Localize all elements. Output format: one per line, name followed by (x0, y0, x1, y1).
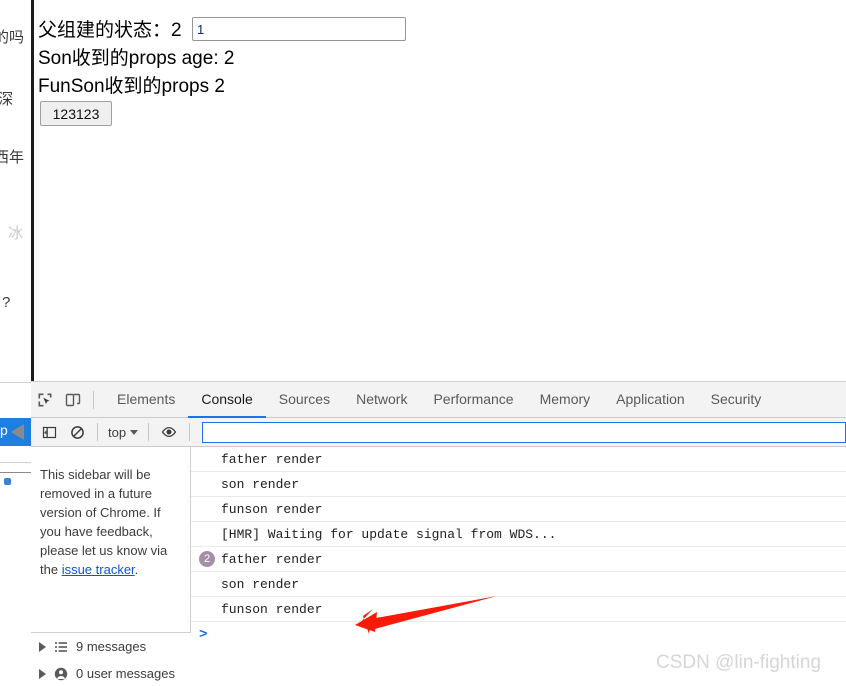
tab-console[interactable]: Console (188, 382, 266, 418)
bg-text-fragment: t深 (0, 91, 14, 108)
console-message-text: funson render (221, 601, 323, 617)
message-repeat-count-badge: 2 (199, 551, 215, 567)
expand-triangle-icon (39, 668, 46, 679)
console-context-selector[interactable]: top (104, 425, 142, 440)
console-message-row[interactable]: son render (191, 472, 846, 497)
age-input[interactable] (192, 17, 406, 41)
son-props-label: Son收到的props age: 2 (38, 48, 235, 69)
clear-console-icon[interactable] (63, 418, 91, 446)
tab-application[interactable]: Application (603, 382, 698, 418)
console-sidebar-footer: 9 messages 0 user messages (31, 632, 191, 686)
background-page-strip: 的吗 t深 西年 冰 ? p (0, 0, 31, 686)
bg-highlight-label: p (0, 422, 8, 438)
tab-security[interactable]: Security (698, 382, 775, 418)
bg-text-fragment: ? (2, 294, 11, 311)
console-message-row[interactable]: funson render (191, 497, 846, 522)
inspect-element-icon[interactable] (31, 386, 59, 414)
console-sidebar: This sidebar will be removed in a future… (31, 447, 191, 686)
issue-tracker-link[interactable]: issue tracker (62, 562, 135, 577)
toolbar-divider (148, 423, 150, 441)
devtools-tablist: Elements Console Sources Network Perform… (104, 382, 774, 418)
create-live-expression-icon[interactable] (155, 418, 183, 446)
sidebar-item-user-messages[interactable]: 0 user messages (31, 660, 191, 686)
console-message-row[interactable]: [HMR] Waiting for update signal from WDS… (191, 522, 846, 547)
expand-triangle-icon (39, 641, 46, 652)
console-message-text: [HMR] Waiting for update signal from WDS… (221, 526, 557, 542)
show-console-sidebar-icon[interactable] (35, 418, 63, 446)
prompt-caret-icon: > (199, 627, 208, 643)
bg-divider (0, 462, 31, 463)
sidebar-notice-text-1: This sidebar will be removed in a future… (40, 467, 168, 577)
bg-highlighted-item[interactable]: p (0, 418, 31, 446)
bg-divider (0, 472, 31, 473)
toolbar-divider (97, 423, 98, 441)
page-viewport: 父组建的状态：2 Son收到的props age: 2 FunSon收到的pro… (34, 0, 846, 381)
console-message-text: son render (221, 576, 300, 592)
device-toolbar-icon[interactable] (59, 386, 87, 414)
funson-props-label: FunSon收到的props 2 (38, 76, 225, 97)
console-message-text: father render (221, 451, 323, 467)
console-message-text: father render (221, 551, 323, 567)
devtools-panel: Elements Console Sources Network Perform… (31, 381, 846, 686)
sidebar-deprecation-notice: This sidebar will be removed in a future… (40, 465, 180, 579)
sidebar-messages-label: 9 messages (76, 639, 147, 654)
bg-divider (0, 382, 31, 383)
console-filter-bar: top (31, 418, 846, 447)
console-filter-input[interactable] (202, 421, 846, 443)
toolbar-divider (93, 390, 94, 409)
console-message-text: son render (221, 476, 300, 492)
chevron-down-icon (130, 429, 139, 435)
devtools-tabbar: Elements Console Sources Network Perform… (31, 382, 846, 418)
user-icon (54, 667, 68, 681)
tab-performance[interactable]: Performance (420, 382, 526, 418)
tab-sources[interactable]: Sources (266, 382, 343, 418)
count-button[interactable]: 123123 (40, 101, 112, 126)
list-icon (54, 640, 68, 654)
console-context-label: top (108, 424, 127, 440)
bg-text-fragment: 的吗 (0, 29, 25, 46)
console-message-list[interactable]: father render son render funson render [… (191, 447, 846, 686)
console-message-row[interactable]: funson render (191, 597, 846, 622)
tab-elements[interactable]: Elements (104, 382, 188, 418)
screenshot-root: 的吗 t深 西年 冰 ? p 父组建的状态：2 Son收到的props age:… (0, 0, 846, 686)
csdn-watermark: CSDN @lin-fighting (656, 652, 822, 673)
console-message-row[interactable]: 2 father render (191, 547, 846, 572)
tab-memory[interactable]: Memory (527, 382, 604, 418)
console-prompt-row[interactable]: > (191, 622, 846, 648)
sidebar-notice-text-2: . (134, 562, 139, 577)
console-message-row[interactable]: father render (191, 447, 846, 472)
bg-text-fragment: 冰 (8, 225, 24, 242)
sidebar-user-messages-label: 0 user messages (76, 666, 175, 681)
father-state-label: 父组建的状态：2 (38, 20, 182, 41)
sidebar-item-messages[interactable]: 9 messages (31, 633, 191, 660)
console-message-text: funson render (221, 501, 323, 517)
toolbar-divider (189, 423, 191, 441)
bg-text-fragment: 西年 (0, 149, 25, 166)
bg-marker-icon (4, 478, 11, 485)
tab-network[interactable]: Network (343, 382, 420, 418)
play-triangle-icon (11, 424, 24, 440)
console-message-row[interactable]: son render (191, 572, 846, 597)
console-body: This sidebar will be removed in a future… (31, 447, 846, 686)
